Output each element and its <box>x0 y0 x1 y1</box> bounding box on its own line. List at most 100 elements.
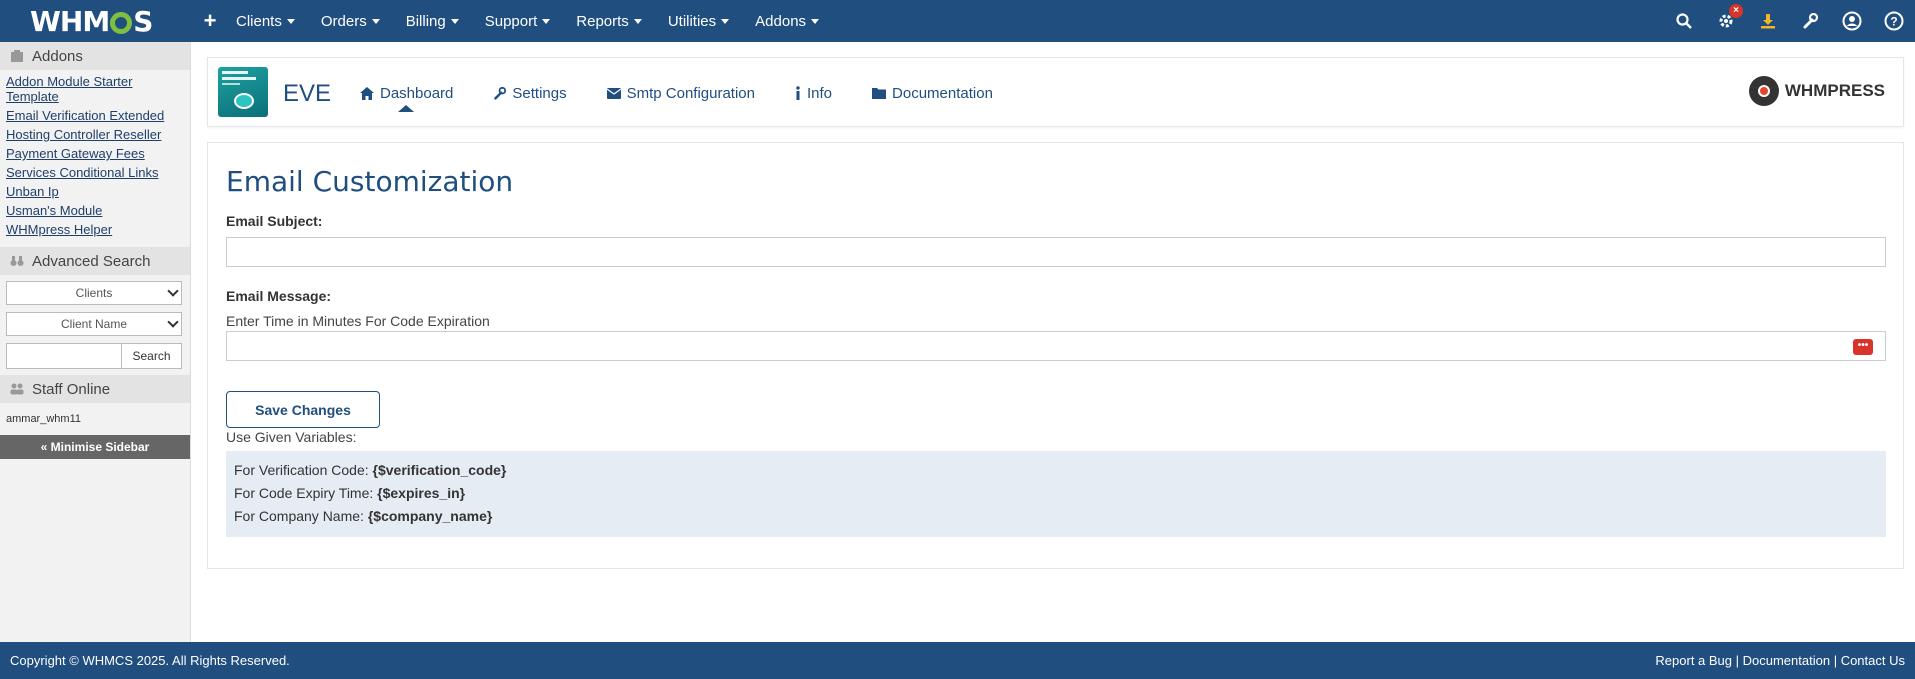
search-row: Search <box>6 343 184 369</box>
whmpress-logo-icon <box>1748 76 1779 106</box>
password-manager-icon[interactable]: ••• <box>1853 339 1873 355</box>
eve-module-logo <box>218 67 268 117</box>
info-icon <box>796 86 800 100</box>
nav-clients[interactable]: Clients <box>236 13 295 30</box>
logo-gear-icon <box>110 12 133 34</box>
page-title: Email Customization <box>226 165 514 198</box>
variable-row: For Code Expiry Time: {$expires_in} <box>234 482 1878 505</box>
help-icon[interactable]: ? <box>1883 10 1905 32</box>
nav-orders-label: Orders <box>320 12 367 30</box>
nav-billing[interactable]: Billing <box>406 13 459 30</box>
home-icon <box>360 86 374 100</box>
email-message-label: Email Message: <box>226 288 332 304</box>
chevron-down-icon <box>633 19 642 25</box>
wrench-icon <box>494 86 507 100</box>
tab-dashboard[interactable]: Dashboard <box>360 84 454 112</box>
search-type-select[interactable]: Clients <box>6 281 182 305</box>
copyright-text: Copyright © WHMCS 2025. All Rights Reser… <box>10 653 290 668</box>
sidebar: Addons Addon Module Starter Template Ema… <box>0 42 191 642</box>
chevron-down-icon <box>167 285 179 297</box>
add-new-button[interactable]: + <box>198 8 222 34</box>
nav-utilities[interactable]: Utilities <box>667 12 730 30</box>
module-header: EVE Dashboard Settings Smtp Configuratio… <box>207 57 1904 127</box>
envelope-icon <box>606 87 621 99</box>
chevron-down-icon <box>167 316 179 328</box>
tab-dashboard-label: Dashboard <box>380 84 454 102</box>
top-navbar: WHM S + Clients Orders Billing Support Re… <box>0 0 1915 42</box>
folder-icon <box>872 88 887 99</box>
addons-list: Addon Module Starter Template Email Veri… <box>0 70 190 247</box>
search-icon[interactable] <box>1673 10 1695 32</box>
addon-link-usmans-module[interactable]: Usman's Module <box>6 203 184 218</box>
variables-label: Use Given Variables: <box>226 429 357 445</box>
addons-title: Addons <box>32 47 83 65</box>
variable-code: {$company_name} <box>367 508 493 524</box>
module-tabs: Dashboard Settings Smtp Configuration In… <box>360 58 1033 128</box>
nav-right-icons: × ? <box>1673 0 1905 42</box>
email-subject-label: Email Subject: <box>226 213 323 229</box>
chevron-down-icon <box>450 19 459 25</box>
footer: Copyright © WHMCS 2025. All Rights Reser… <box>0 642 1915 679</box>
nav-addons[interactable]: Addons <box>755 12 820 30</box>
tab-smtp-configuration[interactable]: Smtp Configuration <box>606 84 755 102</box>
variable-label: For Company Name: <box>234 508 368 524</box>
nav-utilities-label: Utilities <box>667 12 717 30</box>
addon-link-starter-template[interactable]: Addon Module Starter Template <box>6 74 184 104</box>
minimise-sidebar-button[interactable]: « Minimise Sidebar <box>0 435 190 459</box>
addon-link-unban-ip[interactable]: Unban Ip <box>6 184 184 199</box>
contact-us-link[interactable]: Contact Us <box>1841 653 1905 668</box>
user-circle-icon[interactable] <box>1841 10 1863 32</box>
cube-icon <box>11 50 23 62</box>
tab-documentation-label: Documentation <box>892 84 993 102</box>
nav-billing-label: Billing <box>405 12 446 30</box>
email-customization-panel: Email Customization Email Subject: Email… <box>207 142 1904 569</box>
nav-reports-label: Reports <box>576 12 629 30</box>
chevron-down-icon <box>811 19 820 25</box>
report-bug-link[interactable]: Report a Bug <box>1655 653 1732 668</box>
tab-settings[interactable]: Settings <box>493 84 567 102</box>
tab-documentation[interactable]: Documentation <box>872 85 993 102</box>
chevron-down-icon <box>286 19 295 25</box>
nav-orders[interactable]: Orders <box>321 13 380 30</box>
addons-header: Addons <box>0 42 190 70</box>
brand-name: WHMPRESS <box>1784 81 1885 100</box>
whmcs-logo[interactable]: WHM S <box>0 0 188 42</box>
email-subject-input[interactable] <box>226 237 1886 267</box>
documentation-link[interactable]: Documentation <box>1743 653 1830 668</box>
tab-settings-label: Settings <box>512 84 567 102</box>
variables-box: For Verification Code: {$verification_co… <box>226 451 1886 537</box>
variable-row: For Company Name: {$company_name} <box>234 505 1878 528</box>
search-type-value: Clients <box>75 286 113 300</box>
chevron-down-icon <box>371 19 380 25</box>
variable-code: {$verification_code} <box>372 462 507 478</box>
addon-link-hosting-controller[interactable]: Hosting Controller Reseller <box>6 127 184 142</box>
search-field-select[interactable]: Client Name <box>6 312 182 336</box>
save-changes-button[interactable]: Save Changes <box>226 391 380 428</box>
staff-online-header: Staff Online <box>0 375 190 403</box>
chevron-down-icon <box>542 19 551 25</box>
wrench-icon[interactable] <box>1799 10 1821 32</box>
module-name: EVE <box>283 80 332 107</box>
addon-link-whmpress-helper[interactable]: WHMpress Helper <box>6 222 184 237</box>
tab-info[interactable]: Info <box>795 85 832 102</box>
addon-link-email-verification[interactable]: Email Verification Extended <box>6 108 184 123</box>
variable-label: For Code Expiry Time: <box>234 485 378 501</box>
staff-online-title: Staff Online <box>32 380 111 398</box>
search-field-value: Client Name <box>60 317 128 331</box>
addon-link-services-conditional[interactable]: Services Conditional Links <box>6 165 184 180</box>
whmpress-brand[interactable]: WHMPRESS <box>1748 76 1885 106</box>
search-input[interactable] <box>6 343 122 369</box>
nav-clients-label: Clients <box>236 12 282 30</box>
tab-smtp-label: Smtp Configuration <box>626 84 755 102</box>
svg-text:?: ? <box>1890 15 1897 29</box>
nav-reports[interactable]: Reports <box>576 13 642 30</box>
addon-link-payment-gateway-fees[interactable]: Payment Gateway Fees <box>6 146 184 161</box>
nav-addons-label: Addons <box>755 12 807 30</box>
chevron-down-icon <box>721 19 730 25</box>
staff-user: ammar_whm11 <box>6 413 81 425</box>
download-icon[interactable] <box>1757 10 1779 32</box>
search-button[interactable]: Search <box>122 343 182 369</box>
email-message-input[interactable]: ••• <box>226 331 1886 361</box>
nav-support[interactable]: Support <box>485 13 551 30</box>
gear-alert-icon[interactable]: × <box>1715 4 1743 32</box>
